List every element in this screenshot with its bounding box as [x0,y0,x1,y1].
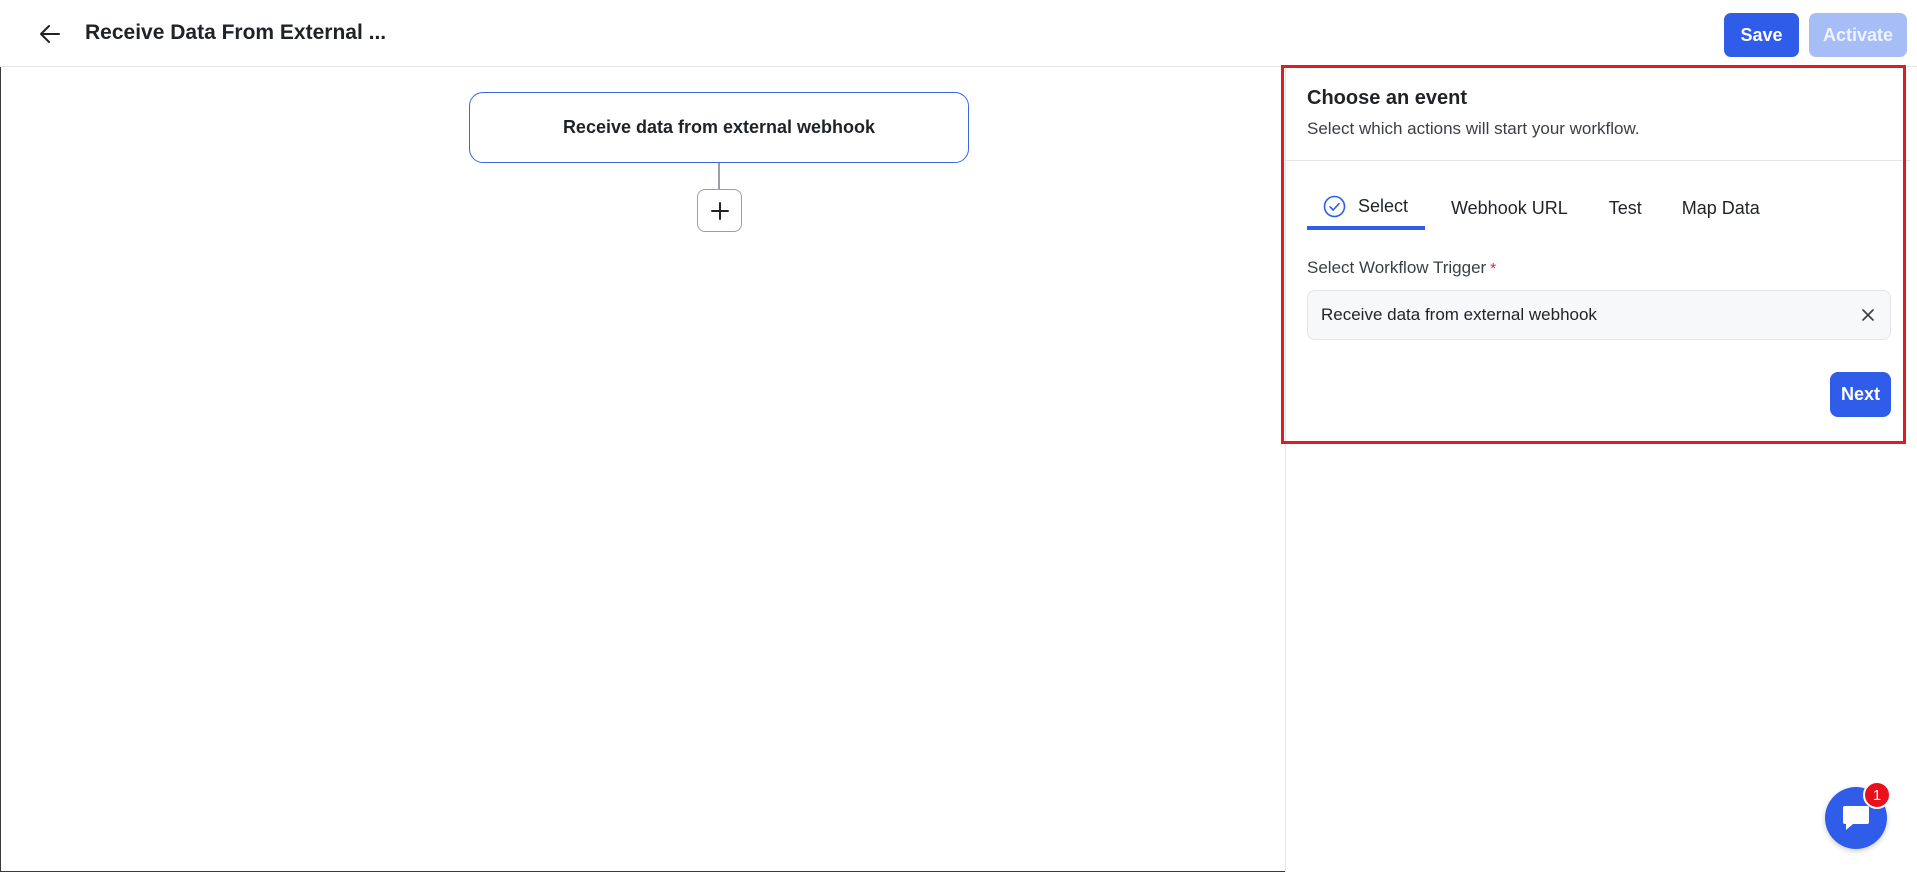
tab-map-data[interactable]: Map Data [1682,187,1760,229]
tab-webhook-url[interactable]: Webhook URL [1451,187,1568,229]
next-button[interactable]: Next [1830,372,1891,417]
clear-selection-button[interactable] [1858,305,1878,325]
chat-bubble-icon [1843,806,1869,830]
panel-tabs: Select Webhook URL Test Map Data [1307,187,1760,230]
add-step-button[interactable] [697,189,742,232]
node-connector [718,163,720,189]
activate-button[interactable]: Activate [1809,13,1907,57]
panel-subtitle: Select which actions will start your wor… [1307,119,1640,138]
panel-divider [1286,160,1910,161]
arrow-left-icon [40,25,60,43]
trigger-field-label-text: Select Workflow Trigger [1307,258,1487,277]
tab-select[interactable]: Select [1307,187,1425,230]
tab-test[interactable]: Test [1609,187,1642,229]
header: Receive Data From External ... Save Acti… [0,0,1917,67]
plus-icon [710,201,729,220]
required-marker: * [1490,260,1497,277]
check-circle-icon [1323,195,1346,218]
trigger-field-label: Select Workflow Trigger * [1307,258,1496,278]
workflow-title: Receive Data From External ... [85,21,387,44]
back-button[interactable] [34,18,66,50]
trigger-node[interactable]: Receive data from external webhook [469,92,969,163]
chat-notification-badge: 1 [1863,781,1891,809]
save-button[interactable]: Save [1724,13,1799,57]
panel-title: Choose an event [1307,87,1468,109]
trigger-select-value: Receive data from external webhook [1321,305,1597,324]
close-icon [1862,309,1874,321]
workflow-canvas[interactable]: Receive data from external webhook [0,67,1285,872]
tab-select-label: Select [1358,196,1409,216]
event-panel: Choose an event Select which actions wil… [1285,67,1917,872]
trigger-select[interactable]: Receive data from external webhook [1307,290,1891,340]
